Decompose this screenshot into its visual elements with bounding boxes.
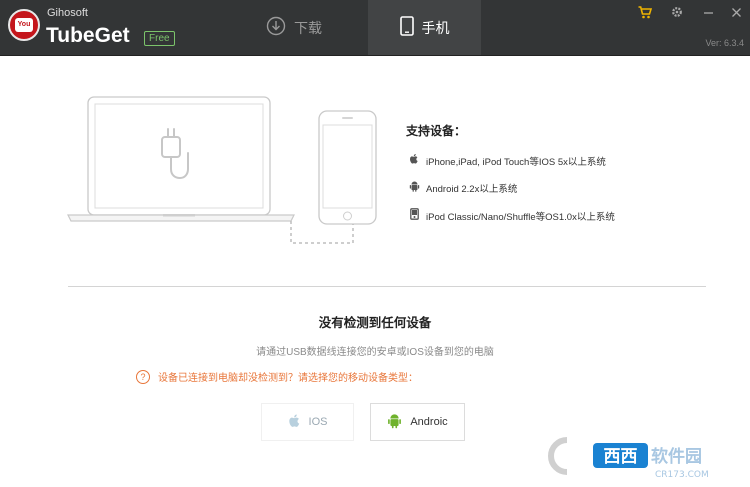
ipod-icon (408, 208, 420, 223)
watermark-url: CR173.COM (655, 470, 709, 480)
app-name: TubeGet (46, 24, 130, 47)
device-type-question[interactable]: ? 设备已连接到电脑却没检测到？请选择您的移动设备类型： (136, 369, 418, 384)
cart-icon[interactable] (637, 6, 653, 22)
phone-illustration (318, 110, 377, 225)
android-button[interactable]: Androic (370, 403, 465, 441)
ios-button[interactable]: IOS (261, 403, 354, 441)
support-item-ios-text: iPhone,iPad, iPod Touch等IOS 5x以上系统 (426, 156, 606, 168)
ios-button-label: IOS (308, 416, 328, 428)
close-icon[interactable] (728, 6, 744, 22)
android-icon (408, 180, 420, 195)
no-device-title: 没有检测到任何设备 (318, 316, 432, 330)
android-icon (387, 412, 402, 432)
connect-hint: 请通过USB数据线连接您的安卓或IOS设备到您的电脑 (256, 347, 494, 358)
gear-icon[interactable] (669, 6, 685, 22)
tab-download[interactable]: 下载 (266, 0, 322, 55)
tab-phone-label: 手机 (421, 19, 450, 36)
app-logo: You (8, 9, 40, 41)
tab-download-label: 下载 (294, 19, 322, 36)
version-label: Ver: 6.3.4 (705, 38, 744, 48)
device-illustration (65, 95, 385, 255)
support-item-ipod: iPod Classic/Nano/Shuffle等OS1.0x以上系统 (408, 208, 615, 223)
apple-icon (408, 153, 420, 168)
support-item-android: Android 2.2x以上系统 (408, 180, 517, 195)
section-divider (68, 286, 706, 287)
phone-icon (399, 16, 414, 39)
support-title: 支持设备： (406, 124, 467, 138)
vendor-name: Gihosoft (47, 7, 88, 19)
site-watermark: 西西 软件园 CR173.COM (545, 432, 745, 482)
download-icon (266, 16, 286, 39)
svg-text:软件园: 软件园 (651, 446, 702, 467)
support-item-ios: iPhone,iPad, iPod Touch等IOS 5x以上系统 (408, 153, 606, 168)
android-button-label: Androic (410, 416, 448, 428)
laptop-illustration (67, 96, 295, 222)
support-item-ipod-text: iPod Classic/Nano/Shuffle等OS1.0x以上系统 (426, 211, 615, 223)
apple-icon (288, 413, 301, 432)
watermark-text: 西西 (604, 447, 638, 467)
free-badge: Free (144, 31, 175, 46)
support-item-android-text: Android 2.2x以上系统 (426, 183, 518, 195)
minimize-icon[interactable] (700, 6, 716, 22)
tab-phone[interactable]: 手机 (368, 0, 481, 55)
title-bar: You Gihosoft TubeGet Free 下载 手机 Ver: 6.3… (0, 0, 750, 56)
device-type-question-text: 设备已连接到电脑却没检测到？请选择您的移动设备类型： (158, 373, 418, 384)
question-icon: ? (136, 369, 150, 384)
